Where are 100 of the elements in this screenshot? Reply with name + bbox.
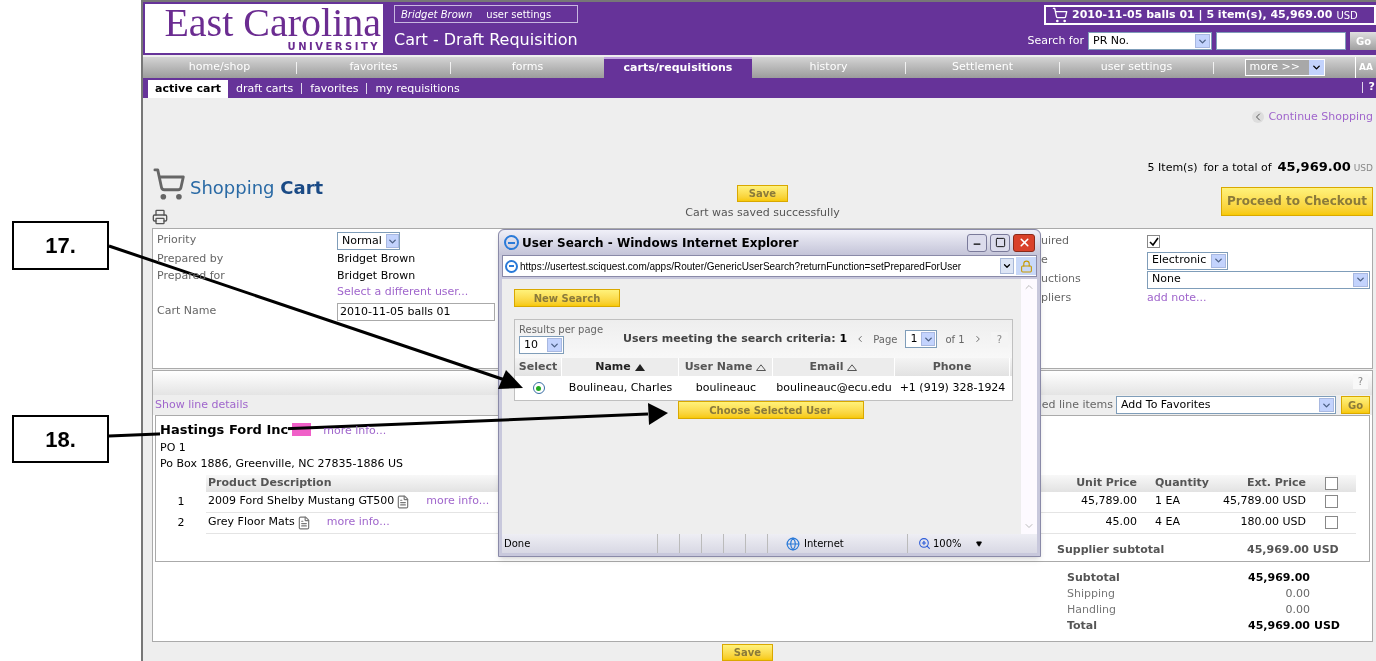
unit-price: 45,789.00 bbox=[1080, 493, 1137, 510]
column-header[interactable]: Email bbox=[773, 358, 895, 376]
caret-icon bbox=[1195, 34, 1210, 48]
caret-icon bbox=[385, 234, 399, 248]
show-line-details-link[interactable]: Show line details bbox=[153, 396, 249, 414]
zone-text: Internet bbox=[804, 537, 844, 551]
unit-price: 45.00 bbox=[1104, 514, 1137, 531]
save-button[interactable]: Save bbox=[737, 184, 788, 202]
select-all-checkbox[interactable] bbox=[1324, 476, 1338, 490]
column-header[interactable]: User Name bbox=[679, 358, 773, 376]
print-icon[interactable] bbox=[152, 209, 168, 225]
quantity: 4 EA bbox=[1154, 514, 1181, 531]
maximize-button[interactable] bbox=[990, 233, 1010, 252]
field-label: Priority bbox=[157, 233, 197, 246]
cart-name-field[interactable]: 2010-11-05 balls 01 bbox=[337, 302, 495, 321]
results-per-page-select[interactable]: 10 bbox=[519, 336, 564, 354]
help-link[interactable]: ? bbox=[1368, 78, 1375, 95]
more-info-link[interactable]: more info... bbox=[326, 514, 390, 531]
summary-value: 0.00 bbox=[1284, 602, 1310, 618]
more-info-link[interactable]: more info... bbox=[323, 423, 387, 440]
line-checkbox[interactable] bbox=[1324, 495, 1338, 508]
summary-value: 45,969.00 bbox=[1247, 618, 1310, 634]
line-checkbox[interactable] bbox=[1324, 516, 1338, 529]
po-number: PO 1 bbox=[159, 439, 187, 456]
sort-icon[interactable] bbox=[756, 363, 767, 371]
logo[interactable]: East Carolina UNIVERSITY bbox=[145, 4, 383, 53]
page-label: Page bbox=[873, 332, 898, 347]
line-number: 1 bbox=[176, 493, 186, 510]
extended-price: 45,789.00 USD bbox=[1222, 493, 1306, 510]
new-search-button[interactable]: New Search bbox=[514, 289, 620, 307]
column-header[interactable]: Name bbox=[562, 358, 679, 376]
continue-shopping-link[interactable]: Continue Shopping bbox=[1268, 108, 1373, 126]
page-select[interactable]: 1 bbox=[905, 330, 938, 348]
priority-select[interactable]: Normal bbox=[337, 232, 400, 250]
sort-icon[interactable] bbox=[847, 363, 858, 371]
zoom-level[interactable]: 100% bbox=[933, 536, 962, 551]
globe-icon bbox=[786, 536, 800, 551]
caret-icon[interactable] bbox=[1000, 258, 1014, 274]
currency-label: USD bbox=[1314, 619, 1340, 632]
dropdown[interactable]: Electronic bbox=[1147, 251, 1228, 270]
field-label: Cart Name bbox=[157, 303, 217, 317]
table-cell-text: Boulineau, Charles bbox=[567, 379, 674, 396]
zoom-icon[interactable] bbox=[918, 537, 931, 550]
subnav-tab[interactable]: draft carts bbox=[228, 80, 302, 98]
bulk-action-select[interactable]: Add To Favorites bbox=[1116, 396, 1336, 414]
close-button[interactable] bbox=[1013, 233, 1035, 252]
proceed-to-checkout-button[interactable]: Proceed to Checkout bbox=[1221, 186, 1373, 216]
callout-label: 17. bbox=[12, 221, 109, 270]
select-user-link[interactable]: Select a different user... bbox=[337, 284, 469, 301]
subnav-tab[interactable]: active cart bbox=[148, 80, 229, 98]
subnav-tab[interactable]: favorites bbox=[302, 80, 367, 98]
browser-icon bbox=[505, 259, 518, 273]
search-label: Search for bbox=[1027, 32, 1084, 49]
user-settings-link[interactable]: user settings bbox=[486, 6, 552, 22]
column-header[interactable]: Phone bbox=[895, 358, 1010, 376]
results-per-page-label: Results per page bbox=[519, 324, 604, 336]
minimize-button[interactable] bbox=[967, 233, 987, 252]
dropdown[interactable]: None bbox=[1147, 270, 1370, 289]
summary-label: Total bbox=[1067, 618, 1099, 634]
page-title: Cart - Draft Requisition bbox=[394, 29, 578, 51]
search-field[interactable] bbox=[1216, 32, 1346, 50]
cart-icon bbox=[152, 167, 186, 201]
close-icon bbox=[1017, 236, 1031, 249]
summary-label: Subtotal bbox=[1067, 570, 1121, 586]
add-note-link[interactable]: add note... bbox=[1147, 290, 1207, 307]
table-cell-text: boulineauc@ecu.edu bbox=[775, 379, 893, 396]
page-heading: Shopping Cart bbox=[190, 176, 324, 200]
caret-icon bbox=[1353, 272, 1368, 287]
line-number: 2 bbox=[176, 514, 186, 531]
radio-button[interactable] bbox=[532, 382, 545, 394]
summary-label: Shipping bbox=[1067, 586, 1116, 602]
caret-icon bbox=[547, 338, 562, 352]
window-title: User Search - Windows Internet Explorer bbox=[522, 234, 800, 252]
page-count: of 1 bbox=[945, 332, 965, 347]
document-icon[interactable] bbox=[396, 494, 411, 509]
more-info-link[interactable]: more info... bbox=[426, 493, 490, 510]
summary-value: 45,969.00 bbox=[1247, 570, 1310, 586]
help-link[interactable]: ? bbox=[1352, 374, 1368, 389]
callout-label: 18. bbox=[12, 415, 109, 463]
extended-price: 180.00 USD bbox=[1239, 514, 1306, 531]
go-button[interactable]: Go bbox=[1341, 396, 1370, 414]
nav-tab[interactable]: carts/requisitions bbox=[604, 56, 752, 79]
field-label: pliers bbox=[1041, 290, 1073, 307]
caret-icon bbox=[1319, 398, 1334, 412]
choose-selected-user-button[interactable]: Choose Selected User bbox=[677, 401, 864, 419]
field-label: uctions bbox=[1041, 271, 1082, 288]
results-count: Users meeting the search criteria: 1 bbox=[623, 330, 848, 347]
caret-icon[interactable] bbox=[975, 540, 982, 547]
column-header: Ext. Price bbox=[1245, 474, 1306, 491]
column-header: Product Description bbox=[207, 474, 333, 491]
checkbox[interactable] bbox=[1147, 235, 1160, 248]
summary-label: Handling bbox=[1067, 602, 1118, 618]
field-label: uired bbox=[1041, 233, 1071, 250]
save-button[interactable]: Save bbox=[722, 644, 773, 661]
search-type-select[interactable]: PR No. bbox=[1088, 32, 1212, 50]
document-icon[interactable] bbox=[296, 515, 311, 530]
cart-summary[interactable]: 2010-11-05 balls 01 | 5 item(s), 45,969.00 USD bbox=[1044, 5, 1376, 25]
column-header: Unit Price bbox=[1075, 474, 1137, 491]
back-icon[interactable] bbox=[1252, 111, 1265, 123]
subnav-tab[interactable]: my requisitions bbox=[367, 80, 468, 98]
